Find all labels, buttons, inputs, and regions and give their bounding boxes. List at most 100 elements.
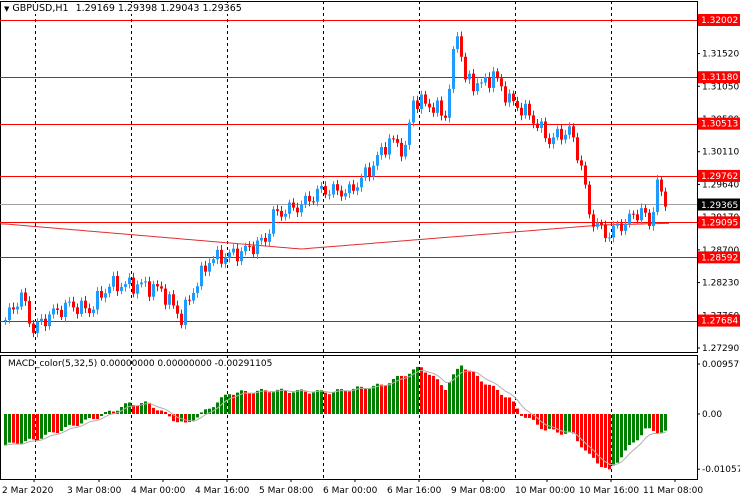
macd-y-tick-label: 0.00	[702, 410, 722, 420]
candle-body	[492, 71, 495, 88]
macd-bar	[664, 414, 667, 431]
triangle-down-icon[interactable]: ▼	[4, 5, 9, 13]
candle-body	[512, 93, 515, 102]
candle-body	[388, 138, 391, 155]
macd-bar	[92, 414, 95, 420]
candle-body	[572, 126, 575, 138]
candle-body	[636, 214, 639, 221]
candle-body	[444, 115, 447, 118]
x-tick-label: 4 Mar 00:00	[131, 486, 186, 496]
candle-body	[100, 290, 103, 298]
macd-bar	[580, 414, 583, 448]
candle-body	[556, 128, 559, 138]
macd-bar	[360, 386, 363, 414]
candle-body	[560, 128, 563, 140]
candle-body	[344, 193, 347, 197]
candle-body	[664, 191, 667, 207]
candle-body	[592, 214, 595, 227]
candle-body	[380, 147, 383, 155]
macd-bar	[644, 414, 647, 429]
macd-bar	[196, 414, 199, 418]
candle-body	[64, 302, 67, 317]
candle-body	[616, 223, 619, 226]
macd-bar	[616, 414, 619, 463]
candle-body	[524, 103, 527, 116]
candle-body	[40, 318, 43, 322]
macd-bar	[136, 405, 139, 414]
candle-body	[372, 165, 375, 177]
macd-bar	[48, 414, 51, 433]
current-price-label: 1.29365	[701, 201, 738, 211]
x-tick-label: 6 Mar 16:00	[387, 486, 442, 496]
macd-bar	[608, 414, 611, 470]
candle-body	[256, 240, 259, 255]
chart-window[interactable]: 1.315201.310501.305801.301101.296401.291…	[0, 0, 740, 500]
candle-body	[204, 265, 207, 272]
macd-bar	[652, 414, 655, 431]
candle-body	[608, 237, 611, 239]
candle-body	[424, 94, 427, 104]
candle-body	[368, 167, 371, 177]
macd-bar	[364, 388, 367, 414]
macd-bar	[128, 402, 131, 414]
macd-bar	[508, 397, 511, 414]
candle-body	[180, 313, 183, 325]
macd-bar	[280, 388, 283, 414]
macd-bar	[660, 414, 663, 433]
macd-bar	[480, 381, 483, 414]
candle-body	[176, 305, 179, 314]
candle-body	[584, 165, 587, 185]
candle-body	[252, 246, 255, 255]
macd-bar	[440, 385, 443, 414]
candle-body	[452, 48, 455, 89]
x-tick-label: 3 Mar 08:00	[67, 486, 122, 496]
macd-bar	[348, 391, 351, 414]
macd-bar	[300, 389, 303, 414]
candle-body	[224, 257, 227, 264]
candle-body	[280, 210, 283, 217]
macd-bar	[516, 408, 519, 414]
candle-body	[432, 107, 435, 113]
candle-body	[156, 284, 159, 287]
macd-bar	[496, 389, 499, 414]
candle-body	[500, 78, 503, 87]
macd-bar	[152, 407, 155, 414]
macd-bar	[256, 390, 259, 414]
candle-body	[52, 308, 55, 315]
macd-bar	[304, 391, 307, 414]
candle-body	[484, 77, 487, 83]
macd-bar	[464, 369, 467, 414]
candle-body	[244, 245, 247, 252]
candle-body	[576, 137, 579, 161]
candle-body	[312, 201, 315, 203]
candle-body	[92, 309, 95, 314]
candle-body	[84, 300, 87, 309]
level-price-label: 1.32002	[701, 16, 738, 26]
candle-body	[564, 134, 567, 140]
candle-body	[540, 121, 543, 128]
macd-bar	[340, 389, 343, 414]
candle-body	[520, 107, 523, 116]
candle-body	[284, 213, 287, 217]
candle-body	[348, 184, 351, 194]
macd-bar	[648, 414, 651, 429]
y-tick-label: 1.31520	[702, 50, 739, 60]
candle-body	[384, 147, 387, 155]
macd-bar	[264, 390, 267, 414]
candle-body	[528, 103, 531, 116]
candle-body	[128, 277, 131, 285]
macd-bar	[388, 383, 391, 414]
price-chart[interactable]: 1.315201.310501.305801.301101.296401.291…	[0, 0, 740, 500]
macd-bar	[544, 414, 547, 431]
macd-bar	[108, 410, 111, 414]
macd-bar	[408, 373, 411, 414]
candle-body	[16, 306, 19, 310]
candle-body	[496, 71, 499, 79]
x-tick-label: 10 Mar 00:00	[515, 486, 575, 496]
macd-bar	[520, 414, 523, 416]
macd-bar	[276, 389, 279, 414]
macd-bar	[296, 389, 299, 414]
candle-body	[76, 307, 79, 314]
candle-body	[148, 281, 151, 297]
candle-body	[320, 186, 323, 189]
